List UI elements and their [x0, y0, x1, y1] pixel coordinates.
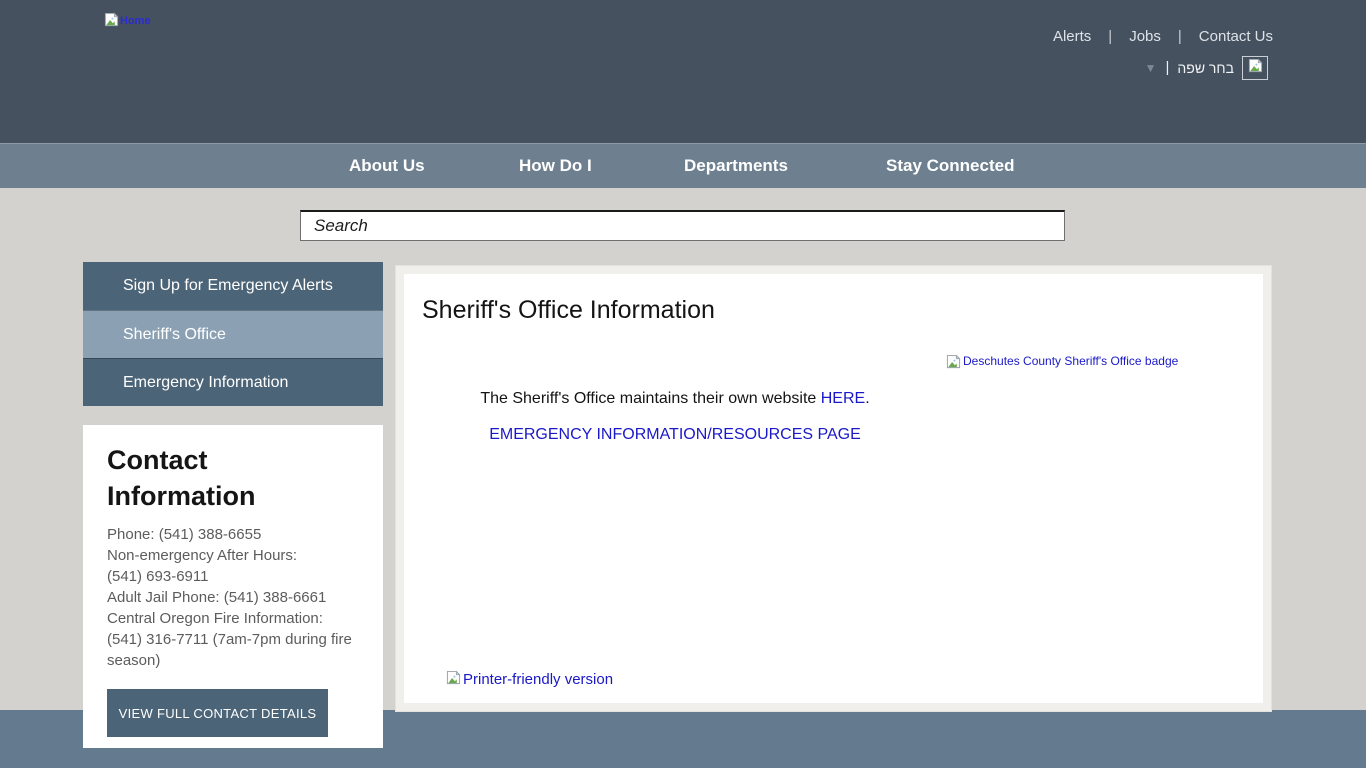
search-input[interactable]: [300, 210, 1065, 241]
contact-line-after-hours: Non-emergency After Hours:: [107, 545, 365, 566]
main-content-panel: Sheriff's Office Information Deschutes C…: [404, 274, 1263, 703]
chevron-down-icon[interactable]: ▼: [1145, 61, 1157, 75]
language-flag-box[interactable]: [1242, 56, 1268, 80]
nav-item-how-do-i[interactable]: How Do I: [519, 144, 592, 188]
sidebar-menu: Sign Up for Emergency Alerts Sheriff's O…: [83, 262, 383, 406]
emergency-resources-link[interactable]: EMERGENCY INFORMATION/RESOURCES PAGE: [489, 426, 861, 443]
contact-line-after-hours-number: (541) 693-6911: [107, 566, 365, 587]
sidebar-item-label: Sheriff's Office: [123, 326, 226, 344]
sidebar-item-label: Emergency Information: [123, 374, 288, 392]
sidebar-item-emergency-information[interactable]: Emergency Information: [83, 358, 383, 406]
nav-item-stay-connected[interactable]: Stay Connected: [886, 144, 1014, 188]
contact-line-phone: Phone: (541) 388-6655: [107, 524, 365, 545]
here-link[interactable]: HERE: [821, 390, 865, 407]
view-full-contact-details-button[interactable]: VIEW FULL CONTACT DETAILS: [107, 689, 328, 737]
utility-nav-separator: |: [1178, 28, 1182, 45]
main-content-frame: Sheriff's Office Information Deschutes C…: [395, 265, 1272, 712]
intro-text: The Sheriff's Office maintains their own…: [480, 390, 820, 407]
broken-image-icon: [446, 670, 461, 689]
contact-info-title: Contact Information: [107, 443, 359, 515]
contact-line-fire-number: (541) 316-7711 (7am-7pm during fire seas…: [107, 629, 365, 671]
home-link[interactable]: Home: [104, 12, 151, 30]
emergency-resources-line: EMERGENCY INFORMATION/RESOURCES PAGE: [404, 426, 946, 444]
broken-image-icon: [1248, 58, 1263, 78]
sidebar-item-label: Sign Up for Emergency Alerts: [123, 277, 333, 295]
nav-item-about-us[interactable]: About Us: [349, 144, 425, 188]
nav-item-departments[interactable]: Departments: [684, 144, 788, 188]
contact-info-card: Contact Information Phone: (541) 388-665…: [83, 425, 383, 748]
alerts-link[interactable]: Alerts: [1053, 28, 1091, 45]
sheriff-badge-alt-text: Deschutes County Sheriff's Office badge: [963, 354, 1178, 368]
jobs-link[interactable]: Jobs: [1129, 28, 1161, 45]
home-link-label: Home: [120, 15, 151, 27]
site-header: Home Alerts | Jobs | Contact Us ▼ | בחר …: [0, 0, 1366, 143]
intro-text-period: .: [865, 390, 869, 407]
utility-nav-separator: |: [1108, 28, 1112, 45]
intro-paragraph: The Sheriff's Office maintains their own…: [404, 390, 946, 408]
page-title: Sheriff's Office Information: [422, 296, 715, 325]
contact-info-details: Phone: (541) 388-6655 Non-emergency Afte…: [107, 524, 365, 671]
printer-friendly-link[interactable]: Printer-friendly version: [446, 670, 613, 689]
contact-line-fire-info: Central Oregon Fire Information:: [107, 608, 365, 629]
contact-line-jail-phone: Adult Jail Phone: (541) 388-6661: [107, 587, 365, 608]
language-separator: |: [1166, 59, 1170, 76]
language-label: בחר שפה: [1177, 60, 1234, 76]
broken-image-icon: [104, 12, 119, 30]
main-nav: About Us How Do I Departments Stay Conne…: [0, 143, 1366, 188]
sidebar-item-sheriffs-office[interactable]: Sheriff's Office: [83, 310, 383, 358]
broken-image-icon: [946, 354, 961, 372]
sheriff-badge-broken-image-link[interactable]: Deschutes County Sheriff's Office badge: [946, 354, 1178, 372]
printer-friendly-label: Printer-friendly version: [463, 671, 613, 688]
sidebar-item-emergency-alerts[interactable]: Sign Up for Emergency Alerts: [83, 262, 383, 310]
language-selector[interactable]: ▼ | בחר שפה: [1145, 54, 1268, 81]
utility-nav: Alerts | Jobs | Contact Us: [1053, 28, 1273, 45]
contact-us-link[interactable]: Contact Us: [1199, 28, 1273, 45]
